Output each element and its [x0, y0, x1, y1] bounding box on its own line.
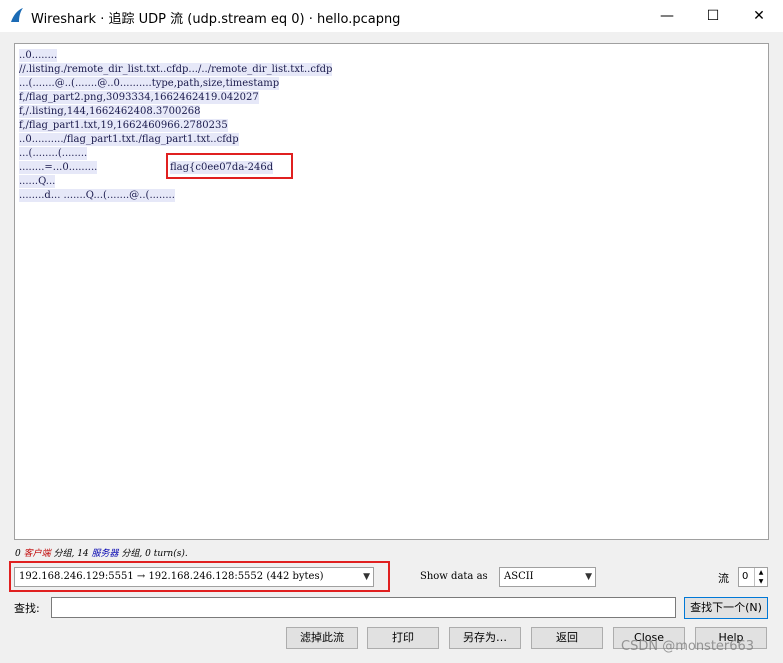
window-title: Wireshark · 追踪 UDP 流 (udp.stream eq 0) ·… [31, 12, 401, 27]
conversation-value: 192.168.246.129:5551 → 192.168.246.128:5… [19, 571, 324, 582]
stream-content-pane[interactable]: ..0........ //.listing./remote_dir_list.… [14, 43, 769, 540]
conversation-select[interactable]: 192.168.246.129:5551 → 192.168.246.128:5… [14, 567, 374, 587]
stream-line: f,/flag_part2.png,3093334,1662462419.042… [19, 91, 259, 104]
watermark: CSDN @monster663 [621, 639, 755, 654]
print-button[interactable]: 打印 [367, 627, 439, 649]
back-button[interactable]: 返回 [531, 627, 603, 649]
stream-stats: 0 客户端 分组, 14 服务器 分组, 0 turn(s). [15, 546, 188, 559]
stream-line: ........d... .......Q...(.......@..(....… [19, 189, 175, 202]
stream-line: f,/flag_part1.txt,19,1662460966.2780235 [19, 119, 228, 132]
stats-server-label: 服务器 [91, 549, 119, 559]
wireshark-fin-icon [11, 8, 23, 22]
chevron-down-icon: ▼ [363, 572, 370, 582]
stream-line: ......Q... [19, 175, 56, 188]
close-icon: ✕ [753, 8, 765, 24]
maximize-icon: ☐ [706, 8, 720, 24]
stream-index-label: 流 [718, 572, 729, 585]
show-data-as-select[interactable]: ASCII ▼ [499, 567, 596, 587]
stream-line: ........=...0......... [19, 161, 98, 174]
stream-index-value: 0 [742, 571, 749, 582]
find-label: 查找: [14, 602, 40, 615]
stream-line: ..0........../flag_part1.txt./flag_part1… [19, 133, 239, 146]
title-bar: Wireshark · 追踪 UDP 流 (udp.stream eq 0) ·… [0, 0, 783, 32]
stats-prefix: 0 [15, 549, 24, 559]
show-data-as-value: ASCII [504, 571, 534, 582]
stream-line: //.listing./remote_dir_list.txt..cfdp...… [19, 63, 333, 76]
stats-client-label: 客户端 [23, 549, 51, 559]
stream-line: f,/.listing,144,1662462408.3700268 [19, 105, 201, 118]
spin-arrows-icon[interactable]: ▲ ▼ [754, 568, 767, 586]
stream-line: ...(........(........ [19, 147, 88, 160]
minimize-icon: — [660, 8, 674, 24]
close-button[interactable]: ✕ [736, 0, 782, 32]
stats-mid: 分组, 14 [50, 549, 92, 559]
minimize-button[interactable]: — [644, 0, 690, 32]
stream-line: ..0........ [19, 49, 58, 62]
save-as-button[interactable]: 另存为… [449, 627, 521, 649]
maximize-button[interactable]: ☐ [690, 0, 736, 32]
chevron-down-icon: ▼ [585, 572, 592, 582]
find-next-button[interactable]: 查找下一个(N) [684, 597, 768, 619]
stream-index-spinbox[interactable]: 0 ▲ ▼ [738, 567, 768, 587]
flag-highlight-box [166, 153, 293, 179]
stats-suffix: 分组, 0 turn(s). [118, 549, 188, 559]
show-data-as-label: Show data as [420, 571, 488, 582]
find-input[interactable] [51, 597, 676, 618]
stream-line: ...(.......@..(.......@..0..........type… [19, 77, 280, 90]
filter-out-button[interactable]: 滤掉此流 [286, 627, 358, 649]
